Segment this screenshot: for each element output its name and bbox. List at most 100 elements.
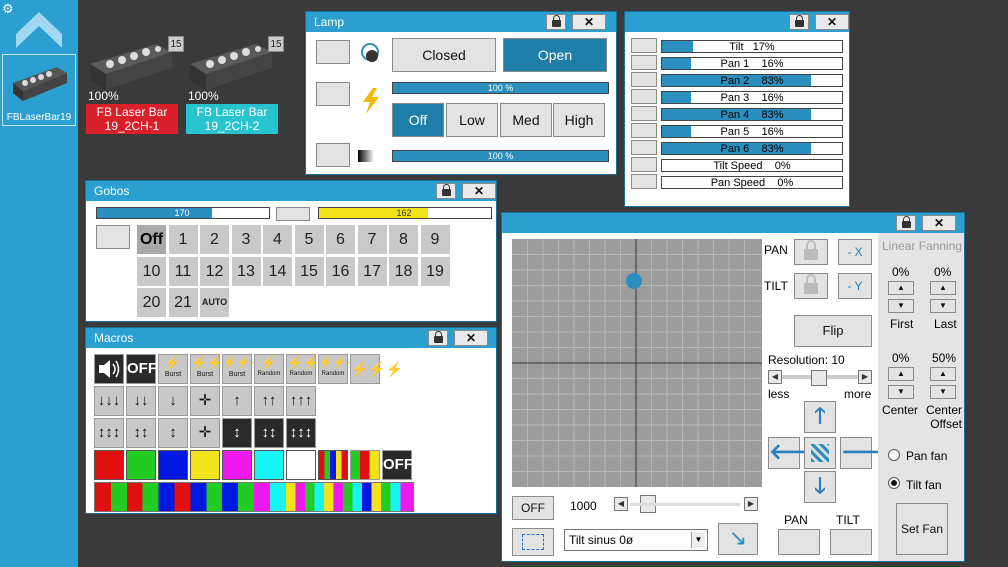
center-up-button[interactable]: ▲ [888,367,914,381]
set-fan-button[interactable]: Set Fan [896,503,948,555]
device-tile[interactable]: FBLaserBar19 [2,54,76,126]
gobo-mid-button[interactable] [276,207,310,221]
channel-bar[interactable]: Pan 6 83% [661,142,843,155]
tilt-fan-radio[interactable] [888,477,900,489]
speed-left-arrow[interactable]: ◀ [614,497,628,511]
down-3-button[interactable]: ↓↓↓ [94,386,124,416]
tilt-button[interactable] [830,529,872,555]
move-left-button[interactable]: 🡐 [768,437,828,469]
center-down-button[interactable]: ▼ [888,385,914,399]
area-select-button[interactable] [512,528,554,556]
last-up-button[interactable]: ▲ [930,281,956,295]
color-macro-button[interactable] [158,450,188,480]
updown-3-button[interactable]: ↕↕↕ [94,418,124,448]
updown-1-button[interactable]: ↕ [158,418,188,448]
lamp-power-bar[interactable]: 100 % [392,82,609,94]
updown-dark-1-button[interactable]: ↕ [222,418,252,448]
effect-off-button[interactable]: OFF [512,496,554,520]
random-3-button[interactable]: ⚡⚡⚡ Random [318,354,360,384]
first-down-button[interactable]: ▼ [888,299,914,313]
gobo-cell[interactable]: 12 [200,256,229,286]
gobo-cell[interactable]: 13 [231,256,261,286]
channel-select-button[interactable] [631,55,657,70]
color-macro-button[interactable] [190,450,220,480]
channel-bar[interactable]: Pan Speed 0% [661,176,843,189]
converge-button[interactable]: ✛ [190,386,220,416]
color-chase-2-button[interactable] [350,450,380,480]
level-med-button[interactable]: Med [500,103,552,137]
gobo-cell[interactable]: 18 [389,256,418,286]
fixture-2[interactable]: 15 100% FB Laser Bar 19_2CH-2 [186,36,298,138]
xy-pad[interactable] [512,239,762,487]
level-off-button[interactable]: Off [392,103,444,137]
up-arrow-icon[interactable] [16,12,62,48]
up-2-button[interactable]: ↑↑ [254,386,284,416]
speed-right-arrow[interactable]: ▶ [744,497,758,511]
channel-bar[interactable]: Pan 3 16% [661,91,843,104]
gobo-cell[interactable]: 6 [326,225,355,254]
lock-icon[interactable] [428,330,448,346]
pan-tilt-titlebar[interactable]: ✕ [625,12,849,32]
center-position-button[interactable] [804,437,836,469]
last-down-button[interactable]: ▼ [930,299,956,313]
updown-2-button[interactable]: ↕↕ [126,418,156,448]
fixture-1[interactable]: 15 100% FB Laser Bar 19_2CH-1 [86,36,198,138]
color-off-button[interactable]: OFF [382,450,413,480]
level-low-button[interactable]: Low [446,103,498,137]
resolution-slider-thumb[interactable] [811,370,827,386]
macros-titlebar[interactable]: Macros ✕ [86,328,496,348]
updown-dark-3-button[interactable]: ↕↕↕ [286,418,316,448]
gobo-cell[interactable]: Off [137,225,166,254]
gobo-cell[interactable]: 11 [168,256,198,286]
gobo-cell[interactable]: AUTO [200,288,229,317]
down-2-button[interactable]: ↓↓ [126,386,156,416]
gobo-rotation-bar[interactable]: 170 [96,207,270,219]
flip-button[interactable]: Flip [794,315,872,347]
move-up-button[interactable]: 🡑 [804,401,836,433]
down-1-button[interactable]: ↓ [158,386,188,416]
gobo-cell[interactable]: 2 [200,225,229,254]
invert-x-button[interactable]: - X [838,239,872,265]
channel-bar[interactable]: Pan 1 16% [661,57,843,70]
channel-select-button[interactable] [631,123,657,138]
move-down-button[interactable]: 🡓 [804,471,836,503]
random-1-button[interactable]: ⚡ Random [254,354,284,384]
gobo-cell[interactable]: 1 [168,225,198,254]
pan-button[interactable] [778,529,820,555]
offset-up-button[interactable]: ▲ [930,367,956,381]
tilt-lock-button[interactable] [794,273,828,299]
xy-position-dot[interactable] [626,273,642,289]
gobo-cell[interactable]: 19 [420,256,450,286]
pan-lock-button[interactable] [794,239,828,265]
lamp-dimmer-bar[interactable]: 100 % [392,150,609,162]
gobo-cell[interactable]: 16 [326,256,355,286]
random-2-button[interactable]: ⚡⚡ Random [286,354,319,384]
resolution-less-arrow[interactable]: ◀ [768,370,782,384]
chevron-down-icon[interactable]: ▼ [691,532,705,548]
color-macro-button[interactable] [254,450,284,480]
resolution-more-arrow[interactable]: ▶ [858,370,872,384]
channel-bar[interactable]: Tilt Speed 0% [661,159,843,172]
gobo-cell[interactable]: 17 [357,256,387,286]
center-button[interactable]: ✛ [190,418,220,448]
up-3-button[interactable]: ↑↑↑ [286,386,316,416]
burst-3-button[interactable]: ⚡⚡⚡ Burst [222,354,264,384]
lamp-dimmer-select[interactable] [316,143,350,167]
color-chase-button[interactable] [318,450,348,480]
multicolor-macro-strip[interactable] [94,482,414,512]
lamp-shutter-select[interactable] [316,40,350,64]
gobo-cell[interactable]: 14 [263,256,292,286]
close-button[interactable]: ✕ [572,14,606,30]
up-1-button[interactable]: ↑ [222,386,252,416]
level-high-button[interactable]: High [553,103,605,137]
close-button[interactable]: ✕ [815,14,849,30]
close-button[interactable]: ✕ [922,215,956,231]
macro-off-button[interactable]: OFF [126,354,157,384]
channel-select-button[interactable] [631,89,657,104]
lock-icon[interactable] [436,183,456,199]
gobo-select-bar[interactable]: 162 [318,207,492,219]
channel-bar[interactable]: Pan 2 83% [661,74,843,87]
open-button[interactable]: Open [503,38,607,72]
channel-select-button[interactable] [631,140,657,155]
gobo-cell[interactable]: 7 [357,225,387,254]
